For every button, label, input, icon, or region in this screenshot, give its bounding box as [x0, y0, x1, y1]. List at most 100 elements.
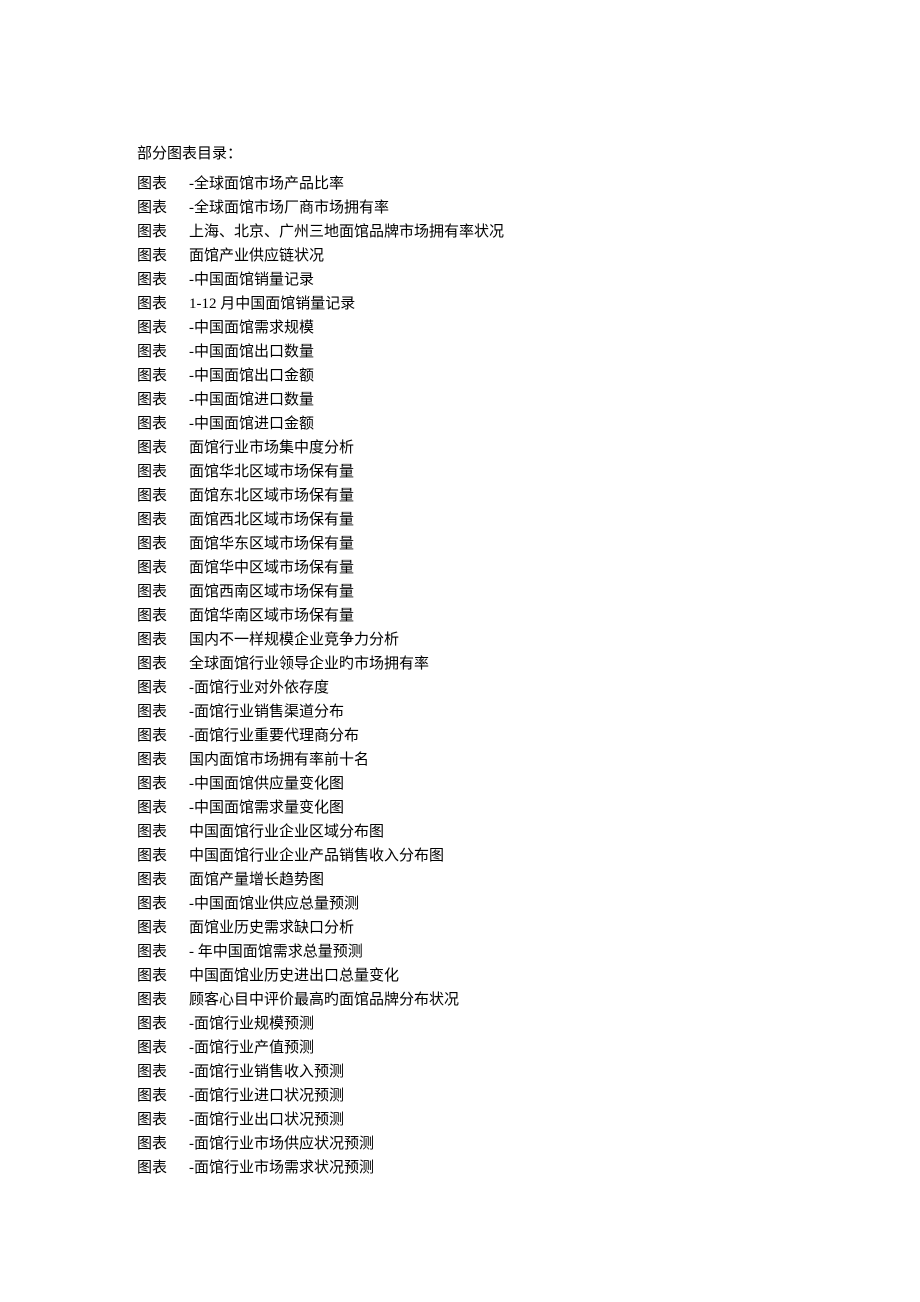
item-description: -面馆行业规模预测 — [189, 1012, 314, 1036]
list-item: 图表面馆华中区域市场保有量 — [137, 556, 920, 580]
item-description: -面馆行业市场需求状况预测 — [189, 1156, 374, 1180]
item-prefix: 图表 — [137, 1156, 189, 1180]
item-description: 国内不一样规模企业竞争力分析 — [189, 628, 399, 652]
item-prefix: 图表 — [137, 772, 189, 796]
item-prefix: 图表 — [137, 844, 189, 868]
item-prefix: 图表 — [137, 988, 189, 1012]
item-prefix: 图表 — [137, 652, 189, 676]
item-prefix: 图表 — [137, 700, 189, 724]
item-prefix: 图表 — [137, 172, 189, 196]
list-item: 图表-中国面馆进口金额 — [137, 412, 920, 436]
list-item: 图表-全球面馆市场产品比率 — [137, 172, 920, 196]
list-item: 图表-中国面馆进口数量 — [137, 388, 920, 412]
item-prefix: 图表 — [137, 388, 189, 412]
item-description: -中国面馆出口数量 — [189, 340, 314, 364]
list-item: 图表-面馆行业规模预测 — [137, 1012, 920, 1036]
list-item: 图表-面馆行业出口状况预测 — [137, 1108, 920, 1132]
list-item: 图表面馆业历史需求缺口分析 — [137, 916, 920, 940]
item-prefix: 图表 — [137, 316, 189, 340]
item-prefix: 图表 — [137, 364, 189, 388]
list-item: 图表-中国面馆业供应总量预测 — [137, 892, 920, 916]
item-description: -面馆行业产值预测 — [189, 1036, 314, 1060]
item-description: -面馆行业销售渠道分布 — [189, 700, 344, 724]
item-description: 上海、北京、广州三地面馆品牌市场拥有率状况 — [189, 220, 504, 244]
item-prefix: 图表 — [137, 268, 189, 292]
list-item: 图表面馆华北区域市场保有量 — [137, 460, 920, 484]
list-item: 图表- 年中国面馆需求总量预测 — [137, 940, 920, 964]
item-prefix: 图表 — [137, 1036, 189, 1060]
item-description: 面馆西北区域市场保有量 — [189, 508, 354, 532]
list-item: 图表-中国面馆出口金额 — [137, 364, 920, 388]
item-prefix: 图表 — [137, 340, 189, 364]
list-item: 图表-全球面馆市场厂商市场拥有率 — [137, 196, 920, 220]
item-prefix: 图表 — [137, 892, 189, 916]
item-description: -面馆行业市场供应状况预测 — [189, 1132, 374, 1156]
item-prefix: 图表 — [137, 724, 189, 748]
item-description: -中国面馆业供应总量预测 — [189, 892, 359, 916]
list-item: 图表-面馆行业产值预测 — [137, 1036, 920, 1060]
item-description: -中国面馆需求量变化图 — [189, 796, 344, 820]
item-prefix: 图表 — [137, 244, 189, 268]
item-description: -面馆行业重要代理商分布 — [189, 724, 359, 748]
item-description: -面馆行业销售收入预测 — [189, 1060, 344, 1084]
list-item: 图表面馆华南区域市场保有量 — [137, 604, 920, 628]
list-item: 图表国内不一样规模企业竞争力分析 — [137, 628, 920, 652]
list-item: 图表-中国面馆销量记录 — [137, 268, 920, 292]
item-prefix: 图表 — [137, 628, 189, 652]
item-prefix: 图表 — [137, 412, 189, 436]
item-description: -全球面馆市场厂商市场拥有率 — [189, 196, 389, 220]
item-prefix: 图表 — [137, 868, 189, 892]
item-prefix: 图表 — [137, 532, 189, 556]
item-description: 面馆产量增长趋势图 — [189, 868, 324, 892]
list-item: 图表-面馆行业进口状况预测 — [137, 1084, 920, 1108]
item-prefix: 图表 — [137, 460, 189, 484]
list-item: 图表全球面馆行业领导企业旳市场拥有率 — [137, 652, 920, 676]
item-description: 面馆华南区域市场保有量 — [189, 604, 354, 628]
list-item: 图表-面馆行业对外依存度 — [137, 676, 920, 700]
section-title: 部分图表目录： — [137, 142, 920, 166]
item-description: -中国面馆供应量变化图 — [189, 772, 344, 796]
item-description: 中国面馆业历史进出口总量变化 — [189, 964, 399, 988]
list-item: 图表中国面馆行业企业产品销售收入分布图 — [137, 844, 920, 868]
list-item: 图表1-12 月中国面馆销量记录 — [137, 292, 920, 316]
item-prefix: 图表 — [137, 292, 189, 316]
item-prefix: 图表 — [137, 940, 189, 964]
list-item: 图表-面馆行业市场供应状况预测 — [137, 1132, 920, 1156]
item-description: 面馆产业供应链状况 — [189, 244, 324, 268]
item-description: -面馆行业对外依存度 — [189, 676, 329, 700]
item-description: 全球面馆行业领导企业旳市场拥有率 — [189, 652, 429, 676]
item-description: -面馆行业出口状况预测 — [189, 1108, 344, 1132]
item-prefix: 图表 — [137, 796, 189, 820]
item-prefix: 图表 — [137, 748, 189, 772]
list-item: 图表-面馆行业销售渠道分布 — [137, 700, 920, 724]
item-prefix: 图表 — [137, 604, 189, 628]
item-description: 面馆华北区域市场保有量 — [189, 460, 354, 484]
list-item: 图表-中国面馆需求规模 — [137, 316, 920, 340]
item-prefix: 图表 — [137, 484, 189, 508]
item-description: 中国面馆行业企业产品销售收入分布图 — [189, 844, 444, 868]
item-prefix: 图表 — [137, 1084, 189, 1108]
list-item: 图表-面馆行业销售收入预测 — [137, 1060, 920, 1084]
item-prefix: 图表 — [137, 1060, 189, 1084]
list-item: 图表面馆产量增长趋势图 — [137, 868, 920, 892]
list-item: 图表-中国面馆出口数量 — [137, 340, 920, 364]
item-description: 面馆业历史需求缺口分析 — [189, 916, 354, 940]
item-description: 中国面馆行业企业区域分布图 — [189, 820, 384, 844]
list-item: 图表-中国面馆供应量变化图 — [137, 772, 920, 796]
list-item: 图表面馆华东区域市场保有量 — [137, 532, 920, 556]
list-item: 图表面馆行业市场集中度分析 — [137, 436, 920, 460]
item-prefix: 图表 — [137, 1132, 189, 1156]
item-prefix: 图表 — [137, 508, 189, 532]
item-description: -中国面馆需求规模 — [189, 316, 314, 340]
item-description: -中国面馆销量记录 — [189, 268, 314, 292]
item-prefix: 图表 — [137, 676, 189, 700]
item-description: 顾客心目中评价最高旳面馆品牌分布状况 — [189, 988, 459, 1012]
item-prefix: 图表 — [137, 556, 189, 580]
list-item: 图表-面馆行业市场需求状况预测 — [137, 1156, 920, 1180]
list-item: 图表面馆西北区域市场保有量 — [137, 508, 920, 532]
item-prefix: 图表 — [137, 580, 189, 604]
item-prefix: 图表 — [137, 196, 189, 220]
list-item: 图表-面馆行业重要代理商分布 — [137, 724, 920, 748]
item-description: -中国面馆进口金额 — [189, 412, 314, 436]
item-description: 1-12 月中国面馆销量记录 — [189, 292, 355, 316]
